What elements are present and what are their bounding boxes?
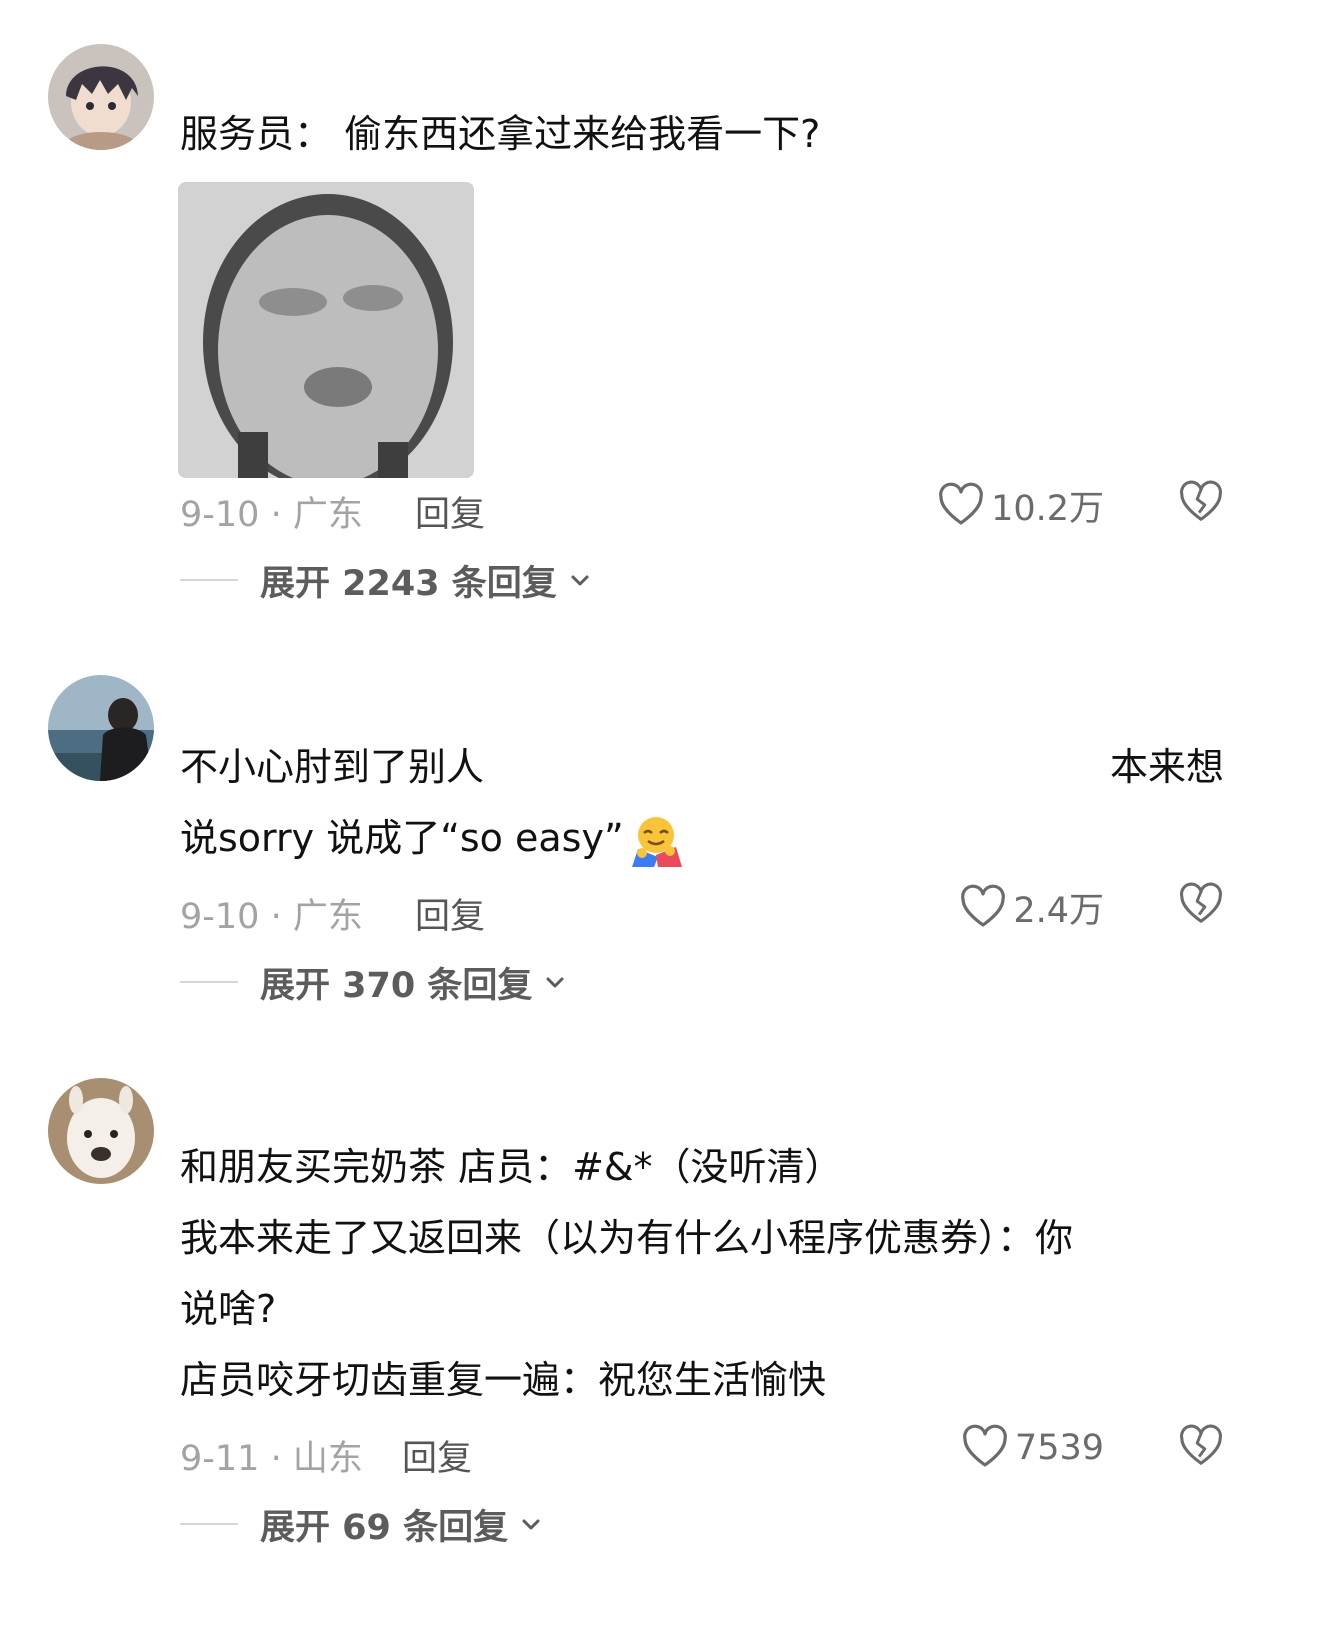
reply-button[interactable]: 回复 [402,1430,472,1481]
expand-replies-button[interactable]: 展开 69 条回复 [180,1502,542,1548]
comment-date-location: 9-11 · 山东 [180,1439,363,1479]
comment-text: 和朋友买完奶茶 店员：#&*（没听清） 我本来走了又返回来（以为有什么小程序优惠… [180,1132,1224,1416]
comment-line: 我本来走了又返回来（以为有什么小程序优惠券）：你 [180,1216,1074,1260]
dislike-button[interactable] [1178,1424,1224,1479]
comment-location: 山东 [292,1439,363,1479]
heart-outline-icon [963,1424,1007,1467]
comment-date: 9-11 [180,1439,260,1479]
comment-3: 和朋友买完奶茶 店员：#&*（没听清） 我本来走了又返回来（以为有什么小程序优惠… [0,0,1320,1638]
comment-line: 说啥? [180,1287,277,1331]
user-avatar[interactable] [48,1078,154,1184]
avatar-alpaca-photo [48,1078,154,1184]
like-count: 7539 [1014,1428,1104,1468]
comment-line: 和朋友买完奶茶 店员：#&*（没听清） [180,1145,843,1189]
comment-meta: 9-11 · 山东 回复 7539 [180,1424,1224,1479]
comment-line: 店员咬牙切齿重复一遍：祝您生活愉快 [180,1358,827,1402]
divider-rule [180,1523,238,1525]
chevron-down-icon [522,1519,540,1530]
broken-heart-icon [1180,1424,1222,1465]
like-button[interactable]: 7539 [961,1424,1104,1472]
expand-label: 展开 69 条回复 [260,1507,509,1548]
